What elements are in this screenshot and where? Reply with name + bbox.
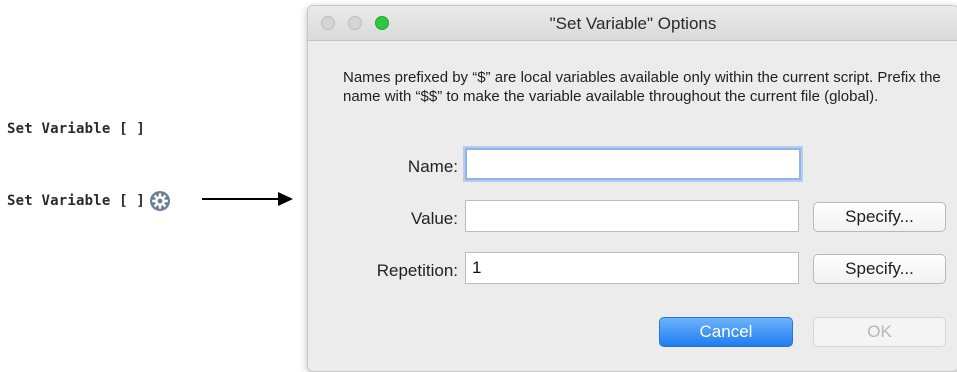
cancel-button[interactable]: Cancel (659, 317, 793, 347)
name-field[interactable] (465, 148, 801, 180)
script-step-label: Set Variable [ ] (7, 121, 146, 137)
value-label: Value: (411, 209, 458, 228)
name-label: Name: (407, 157, 458, 176)
ok-button[interactable]: OK (813, 317, 946, 347)
script-step-set-variable-with-options[interactable]: Set Variable [ ] (7, 190, 171, 212)
title-bar[interactable]: "Set Variable" Options (308, 6, 957, 41)
script-step-set-variable[interactable]: Set Variable [ ] (7, 121, 145, 137)
dialog-description: Names prefixed by “$” are local variable… (343, 69, 941, 105)
gear-icon[interactable] (149, 190, 171, 212)
repetition-specify-button[interactable]: Specify... (813, 254, 946, 284)
script-step-label: Set Variable [ ] (7, 193, 146, 209)
value-field[interactable] (465, 200, 799, 232)
repetition-field[interactable]: 1 (465, 252, 799, 284)
arrow-right-icon (202, 192, 293, 206)
repetition-label: Repetition: (376, 261, 458, 280)
dialog-title: "Set Variable" Options (549, 14, 717, 33)
set-variable-options-dialog: "Set Variable" Options Names prefixed by… (307, 5, 957, 372)
value-specify-button[interactable]: Specify... (813, 202, 946, 232)
